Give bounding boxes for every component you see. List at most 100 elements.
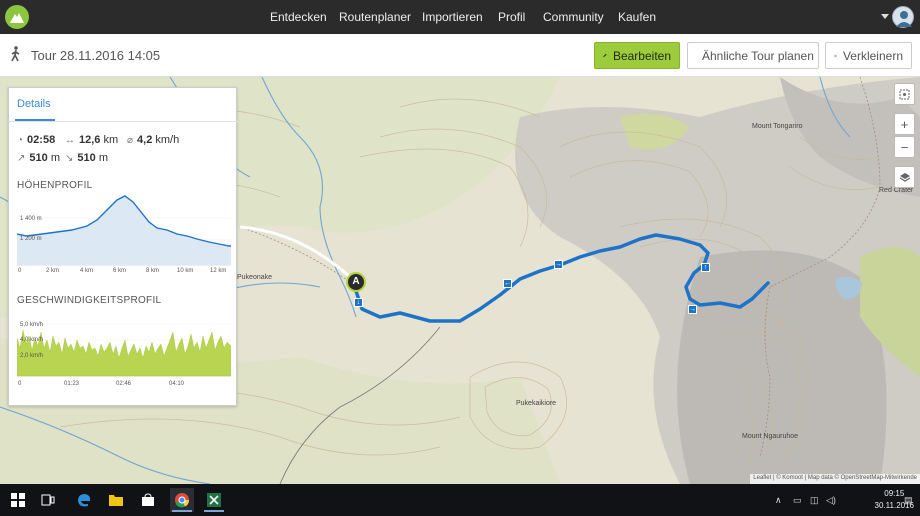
- speed-profile-title: GESCHWINDIGKEITSPROFIL: [17, 295, 162, 306]
- elev-x-label: 8 km: [146, 268, 160, 274]
- user-menu-caret-icon[interactable]: [881, 14, 889, 19]
- notification-icon[interactable]: ▤: [904, 495, 913, 506]
- stat-descent: ↘ 510 m: [65, 152, 108, 164]
- start-marker[interactable]: A: [346, 272, 366, 292]
- elev-x-label: 6 km: [113, 268, 127, 274]
- stat-distance: ↔ 12,6 km: [65, 134, 118, 146]
- plan-similar-tour-label: Ähnliche Tour planen: [702, 48, 814, 63]
- stat-avg-speed: ⌀ 4,2 km/h: [127, 134, 179, 146]
- excel-button[interactable]: [202, 488, 226, 512]
- layers-icon: [899, 172, 910, 182]
- elev-x-label: 12 km: [210, 268, 227, 274]
- elev-x-label: 0: [18, 268, 22, 274]
- tour-header: Tour 28.11.2016 14:05 Bearbeiten Ähnlich…: [0, 34, 920, 77]
- task-view-icon: [41, 494, 55, 506]
- nav-item-kaufen[interactable]: Kaufen: [618, 10, 656, 24]
- network-icon[interactable]: ◫: [810, 495, 819, 506]
- route-direction-icon: ←: [503, 279, 512, 288]
- descent-value: 510: [77, 152, 96, 164]
- route-direction-icon: ↑: [701, 263, 710, 272]
- volume-icon[interactable]: ◁): [826, 495, 836, 506]
- active-app-indicator: [172, 510, 192, 512]
- route-direction-icon: →: [688, 305, 697, 314]
- speed-unit: km/h: [155, 134, 180, 146]
- zoom-out-button[interactable]: −: [894, 136, 915, 158]
- chrome-icon: [175, 493, 190, 508]
- task-view-button[interactable]: [36, 488, 60, 512]
- nav-item-importieren[interactable]: Importieren: [422, 10, 483, 24]
- average-icon: ⌀: [127, 134, 134, 146]
- speed-y-label: 4,0 km/h: [20, 337, 44, 343]
- tab-divider: [9, 121, 238, 122]
- speed-x-label: 02:46: [116, 381, 132, 387]
- collapse-arrows-icon: [834, 54, 837, 57]
- ascent-arrow-icon: ↗: [17, 152, 26, 164]
- komoot-logo[interactable]: [5, 5, 29, 29]
- fullscreen-button[interactable]: [894, 83, 915, 105]
- elevation-profile-title: HÖHENPROFIL: [17, 180, 93, 191]
- nav-item-entdecken[interactable]: Entdecken: [270, 10, 327, 24]
- elevation-profile-chart[interactable]: [17, 192, 231, 272]
- nav-item-routenplaner[interactable]: Routenplaner: [339, 10, 411, 24]
- mountain-logo-icon: [10, 13, 24, 23]
- elev-x-label: 4 km: [80, 268, 94, 274]
- duration-value: 02:58: [27, 134, 56, 146]
- plan-similar-tour-button[interactable]: Ähnliche Tour planen: [687, 42, 819, 69]
- user-icon: [896, 11, 912, 27]
- shrink-button-label: Verkleinern: [842, 48, 903, 63]
- top-navbar: Entdecken Routenplaner Importieren Profi…: [0, 0, 920, 34]
- speed-y-label: 5,0 km/h: [20, 322, 44, 328]
- map-attribution[interactable]: Leaflet | © Komoot | Map data © OpenStre…: [750, 474, 920, 484]
- stat-duration: ◔ 02:58: [17, 134, 55, 146]
- store-button[interactable]: [136, 488, 160, 512]
- battery-icon[interactable]: ▭: [793, 495, 802, 506]
- layers-button[interactable]: [894, 166, 915, 188]
- distance-value: 12,6: [79, 134, 101, 146]
- file-explorer-button[interactable]: [104, 488, 128, 512]
- tab-details[interactable]: Details: [17, 98, 51, 110]
- descent-arrow-icon: ↘: [65, 152, 74, 164]
- page-title: Tour 28.11.2016 14:05: [31, 48, 161, 63]
- edge-icon: [78, 494, 91, 507]
- edge-browser-button[interactable]: [72, 488, 96, 512]
- windows-logo-icon: [11, 493, 25, 507]
- windows-taskbar: ∧ ▭ ◫ ◁) 09:15 30.11.2016 ▤: [0, 484, 920, 516]
- windows-start-button[interactable]: [6, 488, 30, 512]
- active-tab-indicator: [15, 119, 55, 121]
- spreadsheet-icon: [207, 493, 221, 507]
- nav-item-profil[interactable]: Profil: [498, 10, 525, 24]
- store-bag-icon: [142, 493, 154, 506]
- zoom-in-button[interactable]: +: [894, 113, 915, 135]
- hiking-icon: [11, 46, 20, 62]
- pencil-icon: [603, 53, 607, 58]
- tray-chevron-icon[interactable]: ∧: [775, 495, 782, 506]
- clock-icon: ◔: [17, 134, 24, 146]
- edit-button-label: Bearbeiten: [612, 48, 671, 63]
- nav-item-community[interactable]: Community: [543, 10, 604, 24]
- speed-x-label: 0: [18, 381, 22, 387]
- locate-icon: [899, 89, 910, 99]
- details-panel: Details ◔ 02:58 ↔ 12,6 km ⌀ 4,2 km/h ↗ 510 m…: [8, 87, 238, 406]
- descent-unit: m: [98, 152, 108, 164]
- route-direction-icon: ↓: [354, 298, 363, 307]
- map-label-mount-tongariro: Mount Tongariro: [752, 123, 803, 130]
- stat-ascent: ↗ 510 m: [17, 152, 60, 164]
- elev-y-label: 1 200 m: [20, 236, 42, 242]
- speed-x-label: 04:10: [169, 381, 185, 387]
- map-label-mount-ngauruhoe: Mount Ngauruhoe: [742, 433, 799, 440]
- ascent-value: 510: [29, 152, 48, 164]
- folder-icon: [109, 495, 123, 506]
- elev-y-label: 1 400 m: [20, 216, 42, 222]
- distance-arrows-icon: ↔: [65, 134, 75, 146]
- map-label-red-crater: Red Crater: [879, 187, 914, 194]
- avatar[interactable]: [892, 6, 914, 28]
- route-direction-icon: →: [554, 260, 563, 269]
- map-label-pukekaikiore: Pukekaikiore: [516, 400, 557, 407]
- speed-x-label: 01:23: [64, 381, 80, 387]
- edit-button[interactable]: Bearbeiten: [594, 42, 680, 69]
- shrink-button[interactable]: Verkleinern: [825, 42, 912, 69]
- speed-profile-chart[interactable]: [17, 318, 231, 378]
- elev-x-label: 10 km: [177, 268, 194, 274]
- elev-x-label: 2 km: [46, 268, 60, 274]
- chrome-button[interactable]: [170, 488, 194, 512]
